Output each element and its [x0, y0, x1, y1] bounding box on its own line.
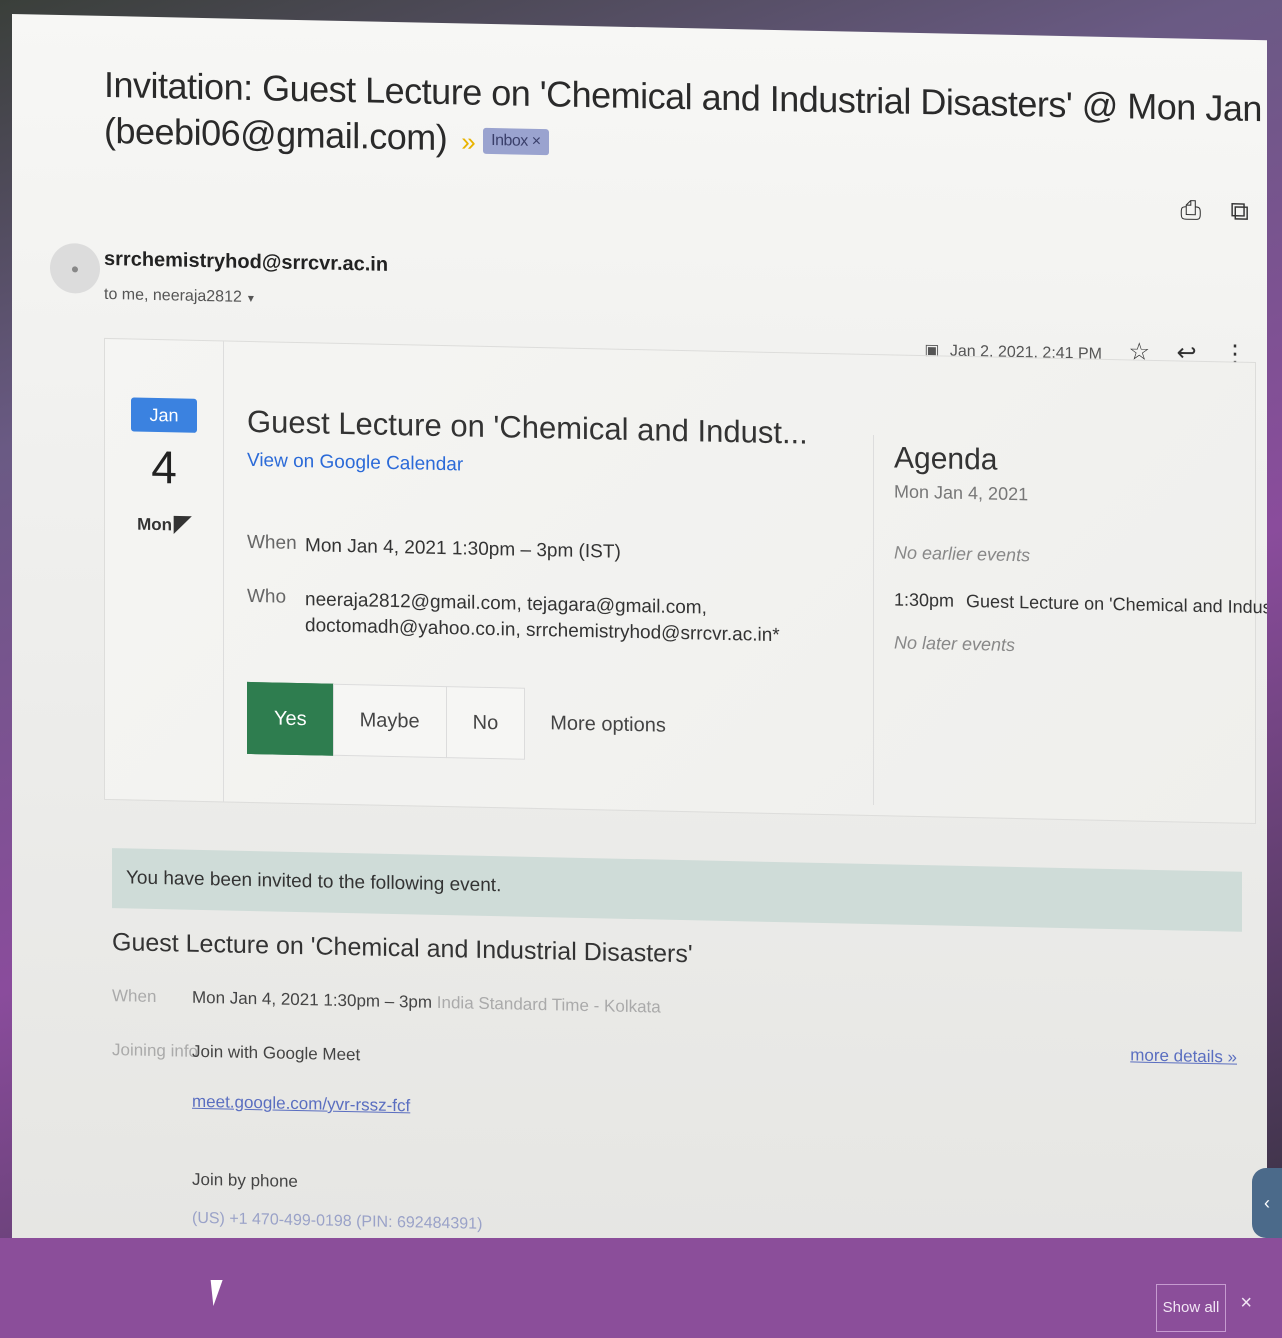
tile-corner-icon: ◤ — [174, 510, 191, 536]
remove-label-icon[interactable]: × — [532, 133, 541, 150]
print-icon[interactable]: ⎙ — [1180, 194, 1201, 224]
recipients-text: to me, neeraja2812 — [104, 285, 242, 306]
email-view: Invitation: Guest Lecture on 'Chemical a… — [12, 14, 1267, 1266]
email-subject: Invitation: Guest Lecture on 'Chemical a… — [104, 62, 1267, 180]
sender-address[interactable]: srrchemistryhod@srrcvr.ac.in — [104, 248, 388, 277]
meet-link[interactable]: meet.google.com/yvr-rssz-fcf — [192, 1092, 410, 1117]
agenda-panel: Agenda Mon Jan 4, 2021 No earlier events… — [873, 435, 1267, 814]
who-value: neeraja2812@gmail.com, tejagara@gmail.co… — [305, 589, 780, 647]
sender-avatar[interactable]: ● — [50, 242, 100, 294]
more-details-link[interactable]: more details » — [1130, 1045, 1237, 1067]
agenda-title: Agenda — [894, 441, 998, 477]
calendar-invite-card: Jan 4 Mon◤ Guest Lecture on 'Chemical an… — [104, 337, 1267, 825]
agenda-no-earlier: No earlier events — [894, 542, 1031, 566]
who-label: Who — [247, 585, 287, 608]
date-tile: Jan 4 Mon◤ — [105, 338, 224, 802]
details-when-label: When — [112, 986, 157, 1007]
details-when-time: Mon Jan 4, 2021 1:30pm – 3pm — [192, 987, 433, 1012]
date-tile-day: 4 — [151, 440, 177, 494]
joining-info-label: Joining info — [112, 1040, 199, 1061]
open-in-new-icon[interactable]: ⧉ — [1230, 196, 1249, 226]
side-panel-toggle[interactable]: ‹ — [1252, 1168, 1282, 1238]
inbox-label-text: Inbox — [491, 132, 528, 151]
subject-actions: ⎙ ⧉ — [1158, 194, 1249, 228]
importance-icon[interactable]: » — [461, 126, 475, 156]
date-tile-month: Jan — [131, 397, 197, 433]
rsvp-group: Yes Maybe No More options — [247, 681, 692, 763]
recipients-dropdown-icon[interactable]: ▾ — [248, 291, 254, 305]
subject-recipient: (beebi06@gmail.com) — [104, 109, 448, 159]
when-label: When — [247, 531, 297, 554]
rsvp-more-options-button[interactable]: More options — [524, 688, 692, 762]
inbox-label-chip[interactable]: Inbox × — [483, 128, 549, 156]
agenda-date: Mon Jan 4, 2021 — [894, 481, 1029, 505]
agenda-item-title: Guest Lecture on 'Chemical and Indust... — [966, 590, 1267, 618]
when-value: Mon Jan 4, 2021 1:30pm – 3pm (IST) — [305, 535, 621, 563]
date-tile-weekday: Mon◤ — [131, 509, 197, 536]
view-on-calendar-link[interactable]: View on Google Calendar — [247, 450, 463, 477]
agenda-item-time: 1:30pm — [894, 589, 955, 611]
rsvp-yes-button[interactable]: Yes — [247, 681, 334, 756]
recipients-line[interactable]: to me, neeraja2812 ▾ — [104, 286, 254, 307]
download-bar — [0, 1238, 1282, 1338]
agenda-item[interactable]: 1:30pm Guest Lecture on 'Chemical and Ind… — [894, 589, 1267, 618]
rsvp-maybe-button[interactable]: Maybe — [332, 683, 447, 759]
event-heading: Guest Lecture on 'Chemical and Industria… — [112, 928, 693, 969]
event-title: Guest Lecture on 'Chemical and Indust... — [247, 403, 808, 451]
weekday-text: Mon — [137, 514, 172, 535]
invite-banner: You have been invited to the following e… — [112, 848, 1242, 932]
rsvp-no-button[interactable]: No — [445, 686, 526, 760]
phone-number-link[interactable]: (US) +1 470-499-0198 (PIN: 692484391) — [192, 1210, 482, 1234]
join-meet-text: Join with Google Meet — [192, 1041, 361, 1065]
agenda-no-later: No later events — [894, 632, 1016, 656]
show-all-button[interactable]: Show all — [1156, 1284, 1226, 1332]
close-bar-icon[interactable]: × — [1240, 1292, 1252, 1315]
join-phone-text: Join by phone — [192, 1169, 298, 1191]
details-when-value: Mon Jan 4, 2021 1:30pm – 3pm India Stand… — [192, 988, 661, 1018]
details-timezone: India Standard Time - Kolkata — [436, 992, 661, 1017]
